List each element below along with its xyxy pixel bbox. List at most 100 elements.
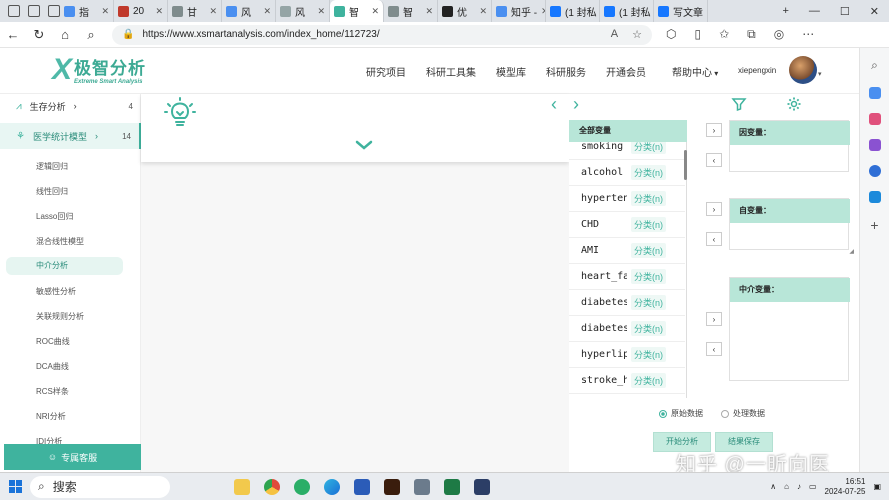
tab-close-icon[interactable]: ✕ bbox=[209, 6, 217, 17]
sidebar-sub-item[interactable]: Lasso回归 bbox=[36, 211, 73, 222]
close-window-button[interactable]: ✕ bbox=[870, 5, 879, 18]
variable-row[interactable]: diabetes 分类(n) bbox=[569, 290, 685, 316]
variable-row[interactable]: CHD 分类(n) bbox=[569, 212, 685, 238]
edge-icon[interactable] bbox=[324, 478, 340, 495]
nav-research-service[interactable]: 科研服务 bbox=[546, 64, 586, 79]
radio-processed-data[interactable]: 处理数据 bbox=[721, 408, 765, 419]
dependent-variable-box[interactable]: 因变量： bbox=[729, 120, 850, 172]
expand-right-icon[interactable]: › bbox=[573, 94, 579, 115]
copilot-icon[interactable]: ◎ bbox=[774, 27, 784, 42]
menu-icon[interactable]: ⋯ bbox=[802, 27, 814, 42]
tab-close-icon[interactable]: ✕ bbox=[707, 6, 708, 17]
nav-model-library[interactable]: 模型库 bbox=[496, 64, 526, 79]
maximize-button[interactable]: ☐ bbox=[840, 5, 850, 18]
split-screen-icon[interactable]: ▯ bbox=[694, 27, 701, 42]
browser-tab[interactable]: (1 封私✕ bbox=[600, 0, 654, 22]
sidebar-sub-item[interactable]: 敏感性分析 bbox=[36, 286, 76, 297]
nav-membership[interactable]: 开通会员 bbox=[606, 64, 646, 79]
independent-variable-box[interactable]: 自变量： ◢ bbox=[729, 198, 854, 255]
volume-icon[interactable]: ♪ bbox=[797, 482, 801, 491]
back-arrow-icon[interactable]: ← bbox=[0, 27, 26, 42]
search-icon[interactable]: ⌕ bbox=[78, 27, 104, 43]
add-sidebar-icon[interactable]: + bbox=[870, 217, 878, 233]
sidebar-sub-item[interactable]: 关联规则分析 bbox=[36, 311, 84, 322]
tab-close-icon[interactable]: ✕ bbox=[317, 6, 325, 17]
variable-row[interactable]: heart_failure 分类(n) bbox=[569, 264, 685, 290]
wechat-icon[interactable] bbox=[294, 478, 310, 495]
browser-tab[interactable]: 指 ✕ bbox=[60, 0, 114, 22]
mediator-variable-box[interactable]: 中介变量： bbox=[729, 277, 850, 381]
app-icon[interactable] bbox=[414, 478, 430, 495]
nav-help-center[interactable]: 帮助中心 bbox=[672, 64, 718, 79]
tab-close-icon[interactable]: ✕ bbox=[371, 6, 379, 17]
variable-row[interactable]: AMI 分类(n) bbox=[569, 238, 685, 264]
tab-close-icon[interactable]: ✕ bbox=[479, 6, 487, 17]
avatar[interactable] bbox=[789, 56, 817, 84]
file-explorer-icon[interactable] bbox=[234, 478, 250, 495]
sidebar-sub-item[interactable]: ROC曲线 bbox=[36, 336, 70, 347]
add-mediator-button[interactable]: › bbox=[706, 312, 722, 326]
radio-raw-data[interactable]: 原始数据 bbox=[659, 408, 703, 419]
tab-close-icon[interactable]: ✕ bbox=[155, 6, 163, 17]
illustrator-icon[interactable] bbox=[384, 478, 400, 495]
browser-tab[interactable]: 知乎 -✕ bbox=[492, 0, 546, 22]
username[interactable]: xiepengxin bbox=[738, 66, 776, 75]
puzzle-icon[interactable] bbox=[868, 139, 881, 151]
expand-chevron-icon[interactable] bbox=[355, 140, 373, 150]
remove-dependent-button[interactable]: ‹ bbox=[706, 153, 722, 167]
browser-tab[interactable]: 智 ✕ bbox=[384, 0, 438, 22]
notification-icon[interactable]: ▣ bbox=[873, 482, 881, 491]
excel-icon[interactable] bbox=[444, 478, 460, 495]
toolbox-icon[interactable] bbox=[868, 113, 881, 125]
collapse-left-icon[interactable]: ‹ bbox=[551, 94, 557, 115]
favorites-icon[interactable]: ✩ bbox=[719, 27, 729, 42]
network-icon[interactable]: ⌂ bbox=[784, 482, 789, 491]
refresh-icon[interactable]: ↻ bbox=[26, 27, 52, 43]
add-independent-button[interactable]: › bbox=[706, 202, 722, 216]
browser-tab[interactable]: 智 ✕ bbox=[330, 0, 384, 22]
sidebar-sub-item[interactable]: RCS样条 bbox=[36, 386, 69, 397]
word-icon[interactable] bbox=[354, 478, 370, 495]
clock[interactable]: 16:51 2024-07-25 bbox=[825, 477, 866, 497]
variable-list[interactable]: smoking 分类(n) alcohol 分类(n) hypertension 分类(n… bbox=[569, 142, 687, 398]
variable-row[interactable]: alcohol 分类(n) bbox=[569, 160, 685, 186]
minimize-button[interactable]: — bbox=[809, 5, 820, 18]
variable-row[interactable]: hyperlipidemia 分类(n) bbox=[569, 342, 685, 368]
extensions-icon[interactable]: ⬡ bbox=[666, 27, 676, 42]
sidebar-sub-item[interactable]: 混合线性模型 bbox=[36, 236, 84, 247]
sidebar-sub-item[interactable]: NRI分析 bbox=[36, 411, 66, 422]
app-icon-2[interactable] bbox=[474, 478, 490, 495]
chrome-icon[interactable] bbox=[264, 478, 280, 495]
gear-icon[interactable] bbox=[786, 96, 802, 112]
read-aloud-icon[interactable]: A bbox=[611, 28, 618, 41]
browser-tab[interactable]: 风 ✕ bbox=[222, 0, 276, 22]
outlook-icon[interactable] bbox=[868, 191, 881, 203]
office-icon[interactable] bbox=[868, 165, 881, 177]
sidebar-sub-item[interactable]: 中介分析 bbox=[6, 257, 123, 275]
sidebar-sub-item[interactable]: 逻辑回归 bbox=[36, 161, 68, 172]
browser-tab[interactable]: 甘 ✕ bbox=[168, 0, 222, 22]
sidebar-sub-item[interactable]: 线性回归 bbox=[36, 186, 68, 197]
sidebar-search-icon[interactable]: ⌕ bbox=[871, 58, 878, 73]
tab-close-icon[interactable]: ✕ bbox=[263, 6, 271, 17]
home-icon[interactable]: ⌂ bbox=[52, 27, 78, 42]
browser-tab[interactable]: 风 ✕ bbox=[276, 0, 330, 22]
favorite-star-icon[interactable]: ☆ bbox=[632, 28, 642, 41]
tray-chevron-icon[interactable]: ∧ bbox=[770, 482, 776, 491]
tab-actions-icon[interactable] bbox=[48, 5, 60, 17]
collections-icon[interactable]: ⧉ bbox=[747, 27, 756, 42]
resize-handle-icon[interactable]: ◢ bbox=[849, 248, 854, 255]
browser-tab[interactable]: 写文章 ✕ bbox=[654, 0, 708, 22]
nav-research-projects[interactable]: 研究项目 bbox=[366, 64, 406, 79]
taskbar-search[interactable]: ⌕ 搜索 bbox=[30, 475, 170, 498]
add-tab-button[interactable]: + bbox=[782, 5, 788, 18]
browser-tab[interactable]: 优 ✕ bbox=[438, 0, 492, 22]
start-button[interactable] bbox=[0, 473, 30, 500]
browser-tab[interactable]: 20 ✕ bbox=[114, 0, 168, 22]
remove-independent-button[interactable]: ‹ bbox=[706, 232, 722, 246]
tag-icon[interactable] bbox=[868, 87, 881, 99]
sidebar-category-medical-stats[interactable]: ⚘ 医学统计模型 › 14 bbox=[0, 123, 141, 149]
add-dependent-button[interactable]: › bbox=[706, 123, 722, 137]
sidebar-category-survival[interactable]: ⩘ 生存分析 › 4 bbox=[0, 94, 141, 118]
sidebar-sub-item[interactable]: DCA曲线 bbox=[36, 361, 69, 372]
